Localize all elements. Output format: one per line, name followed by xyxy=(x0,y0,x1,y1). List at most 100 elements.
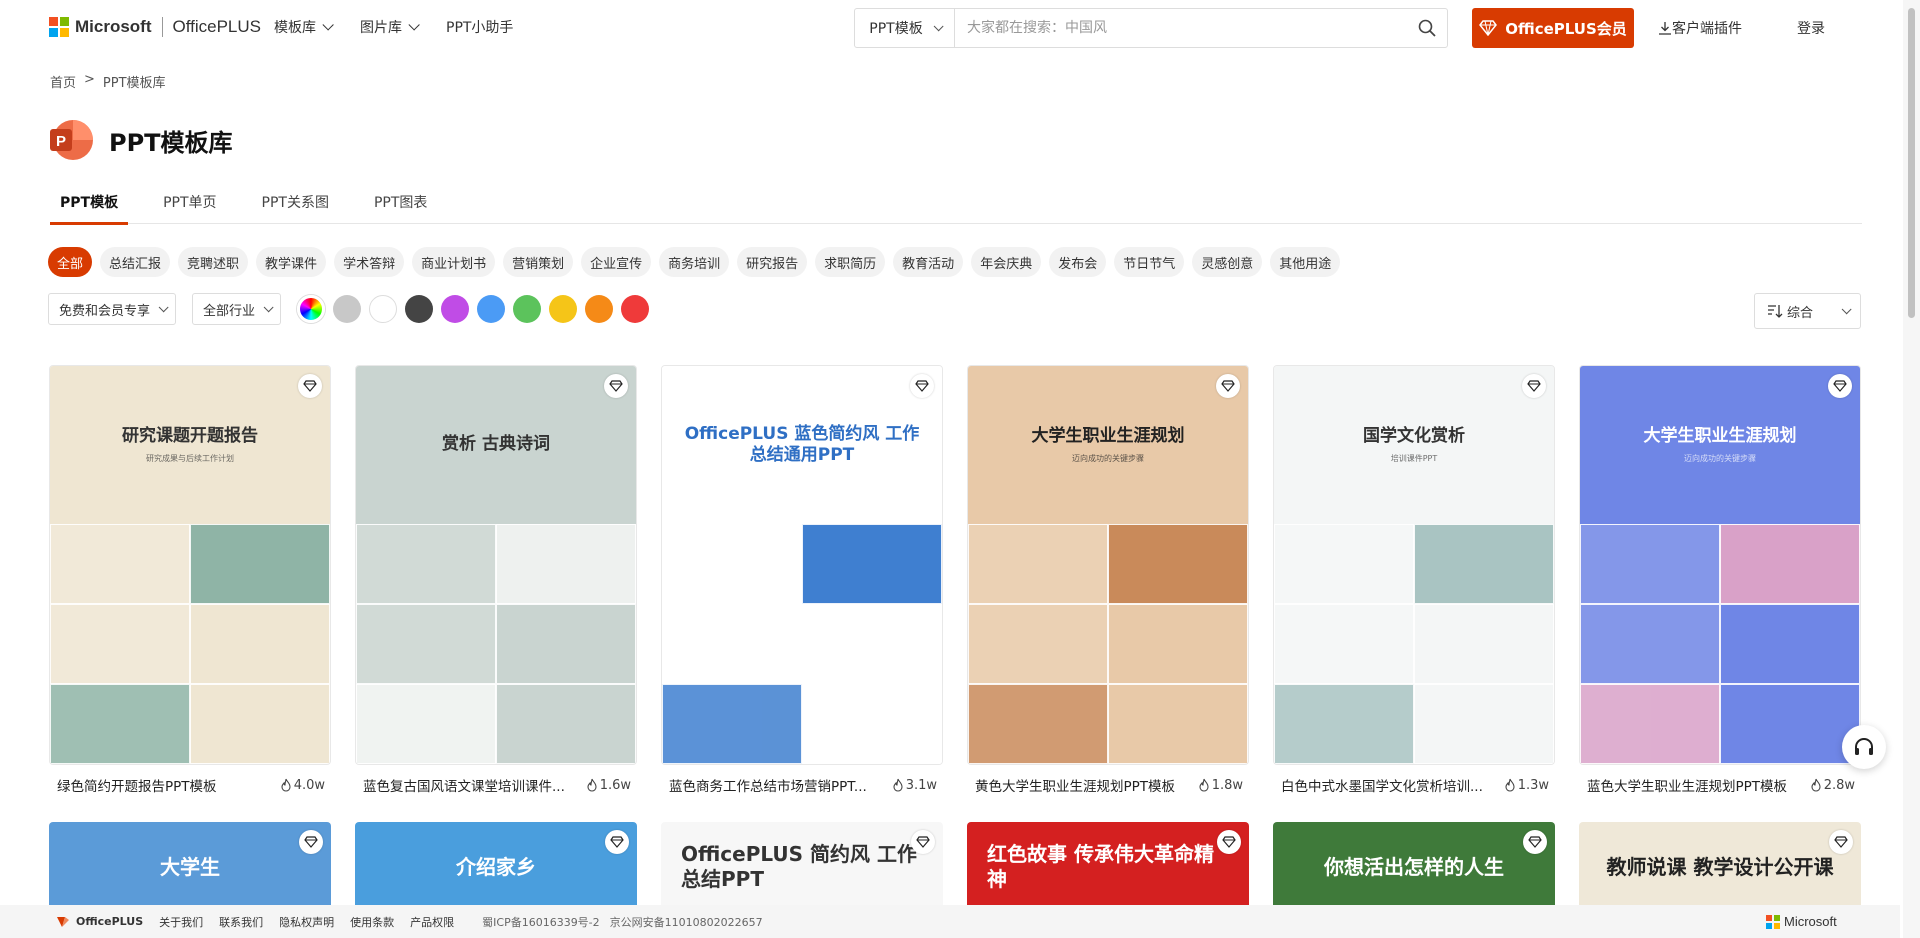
card-views-count: 1.8w xyxy=(1211,777,1243,793)
footer-link-about[interactable]: 关于我们 xyxy=(159,914,203,930)
site-logo[interactable]: Microsoft OfficePLUS xyxy=(49,17,261,37)
template-card[interactable]: 大学生职业生涯规划 迈向成功的关键步骤蓝色大学生职业生涯规划PPT模板 2.8w xyxy=(1579,365,1861,795)
thumbnail-page-preview xyxy=(190,604,330,684)
template-thumbnail[interactable]: 大学生职业生涯规划 迈向成功的关键步骤 xyxy=(1579,365,1861,765)
tab-ppt-diagram[interactable]: PPT关系图 xyxy=(252,192,339,224)
card-title[interactable]: 蓝色复古国风语文课堂培训课件... xyxy=(363,775,565,795)
customer-support-button[interactable] xyxy=(1842,725,1886,769)
breadcrumb-home[interactable]: 首页 xyxy=(50,72,76,91)
footer-link-privacy[interactable]: 隐私权声明 xyxy=(279,914,334,930)
card-meta: 蓝色大学生职业生涯规划PPT模板 2.8w xyxy=(1579,775,1861,796)
color-swatch[interactable] xyxy=(405,295,434,323)
category-chip[interactable]: 营销策划 xyxy=(503,247,574,277)
category-chip[interactable]: 总结汇报 xyxy=(100,247,171,277)
nav-ppt-assistant[interactable]: PPT小助手 xyxy=(446,17,513,37)
category-chip[interactable]: 灵感创意 xyxy=(1192,247,1263,277)
search-icon[interactable] xyxy=(1407,9,1447,47)
footer-link-terms[interactable]: 使用条款 xyxy=(350,914,394,930)
footer-link-contact[interactable]: 联系我们 xyxy=(219,914,263,930)
nav-label: 图片库 xyxy=(360,20,402,36)
login-link[interactable]: 登录 xyxy=(1797,18,1825,38)
category-chip[interactable]: 发布会 xyxy=(1049,247,1107,277)
license-filter-dropdown[interactable]: 免费和会员专享 xyxy=(48,293,177,325)
diamond-icon xyxy=(1479,20,1498,36)
nav-image-library[interactable]: 图片库 xyxy=(360,17,420,37)
scrollbar-thumb[interactable] xyxy=(1908,8,1915,318)
color-swatch[interactable] xyxy=(477,295,506,323)
category-chip[interactable]: 教育活动 xyxy=(893,247,964,277)
industry-filter-dropdown[interactable]: 全部行业 xyxy=(192,293,282,325)
card-meta: 白色中式水墨国学文化赏析培训... 1.3w xyxy=(1273,775,1555,796)
footer-icp[interactable]: 蜀ICP备16016339号-2 xyxy=(482,914,600,930)
card-views-count: 2.8w xyxy=(1823,777,1855,793)
card-title[interactable]: 黄色大学生职业生涯规划PPT模板 xyxy=(975,775,1175,795)
color-swatch[interactable] xyxy=(585,295,614,323)
card-title[interactable]: 蓝色商务工作总结市场营销PPT... xyxy=(669,775,867,795)
nav-template-library[interactable]: 模板库 xyxy=(274,17,334,37)
footer-brand[interactable]: OfficePLUS xyxy=(56,915,143,929)
color-swatch[interactable] xyxy=(513,295,542,323)
sort-dropdown[interactable]: 综合 xyxy=(1754,293,1861,329)
vip-membership-button[interactable]: OfficePLUS会员 xyxy=(1472,8,1634,48)
color-all-swatch[interactable] xyxy=(297,295,326,323)
flame-icon xyxy=(1199,778,1209,792)
color-swatch[interactable] xyxy=(441,295,470,323)
thumbnail-page-preview xyxy=(802,524,942,604)
tab-ppt-single-page[interactable]: PPT单页 xyxy=(153,192,226,224)
category-chip[interactable]: 求职简历 xyxy=(815,247,886,277)
category-chip[interactable]: 节日节气 xyxy=(1114,247,1185,277)
microsoft-logo-icon xyxy=(1766,914,1780,929)
color-swatch[interactable] xyxy=(369,295,398,323)
template-card[interactable]: 国学文化赏析 培训课件PPT 白色中式水墨国学文化赏析培训... 1.3w xyxy=(1273,365,1555,795)
search-type-select[interactable]: PPT模板 xyxy=(855,9,955,47)
tab-bar: PPT模板 PPT单页 PPT关系图 PPT图表 xyxy=(50,192,1862,225)
template-card[interactable]: 研究课题开题报告 研究成果与后续工作计划 绿色简约开题报告PPT模板 4.0w xyxy=(49,365,331,795)
category-chip[interactable]: 商务培训 xyxy=(659,247,730,277)
client-plugin-link[interactable]: 客户端插件 xyxy=(1658,18,1742,38)
card-title[interactable]: 蓝色大学生职业生涯规划PPT模板 xyxy=(1587,775,1787,795)
card-title[interactable]: 绿色简约开题报告PPT模板 xyxy=(57,775,217,795)
template-card[interactable]: 红色故事 传承伟大革命精神 xyxy=(967,822,1249,912)
card-meta: 黄色大学生职业生涯规划PPT模板 1.8w xyxy=(967,775,1249,796)
template-card[interactable]: 赏析 古典诗词 蓝色复古国风语文课堂培训课件... 1.6w xyxy=(355,365,637,795)
footer-link-permissions[interactable]: 产品权限 xyxy=(410,914,454,930)
template-card[interactable]: 教师说课 教学设计公开课 xyxy=(1579,822,1861,912)
tab-ppt-chart[interactable]: PPT图表 xyxy=(364,192,437,224)
category-chip[interactable]: 研究报告 xyxy=(737,247,808,277)
template-card[interactable]: 你想活出怎样的人生 xyxy=(1273,822,1555,912)
template-thumbnail[interactable]: 赏析 古典诗词 xyxy=(355,365,637,765)
template-thumbnail[interactable]: OfficePLUS 蓝色简约风 工作总结通用PPT xyxy=(661,365,943,765)
template-card[interactable]: 大学生职业生涯规划 迈向成功的关键步骤黄色大学生职业生涯规划PPT模板 1.8w xyxy=(967,365,1249,795)
category-chip[interactable]: 学术答辩 xyxy=(334,247,405,277)
template-thumbnail[interactable]: 大学生职业生涯规划 迈向成功的关键步骤 xyxy=(967,365,1249,765)
footer-police-record[interactable]: 京公网安备11010802022657 xyxy=(610,914,763,930)
premium-diamond-icon xyxy=(299,830,323,854)
category-chip[interactable]: 教学课件 xyxy=(256,247,327,277)
category-chip[interactable]: 企业宣传 xyxy=(581,247,652,277)
template-card[interactable]: OfficePLUS 简约风 工作总结PPT xyxy=(661,822,943,912)
template-card[interactable]: OfficePLUS 蓝色简约风 工作总结通用PPT 蓝色商务工作总结市场营销PP… xyxy=(661,365,943,795)
tab-ppt-template[interactable]: PPT模板 xyxy=(50,192,129,225)
category-chip[interactable]: 其他用途 xyxy=(1270,247,1341,277)
page-scrollbar[interactable] xyxy=(1903,0,1920,938)
template-card[interactable]: 大学生 xyxy=(49,822,331,912)
template-thumbnail[interactable]: 研究课题开题报告 研究成果与后续工作计划 xyxy=(49,365,331,765)
card-views: 2.8w xyxy=(1810,778,1855,793)
search-input[interactable] xyxy=(955,9,1407,47)
color-swatch[interactable] xyxy=(549,295,578,323)
card-title[interactable]: 白色中式水墨国学文化赏析培训... xyxy=(1281,775,1483,795)
color-swatch[interactable] xyxy=(621,295,650,323)
thumbnail-page-preview xyxy=(1274,684,1414,764)
thumbnail-page-preview xyxy=(50,604,190,684)
category-chip[interactable]: 商业计划书 xyxy=(412,247,496,277)
color-swatch[interactable] xyxy=(333,295,362,323)
template-card[interactable]: 介绍家乡 xyxy=(355,822,637,912)
search-type-label: PPT模板 xyxy=(869,21,923,37)
category-chip[interactable]: 全部 xyxy=(48,247,93,277)
category-chip[interactable]: 竞聘述职 xyxy=(178,247,249,277)
nav-label: PPT小助手 xyxy=(446,20,514,36)
thumbnail-cover: 大学生职业生涯规划 迈向成功的关键步骤 xyxy=(968,366,1248,524)
template-thumbnail[interactable]: 国学文化赏析 培训课件PPT xyxy=(1273,365,1555,765)
category-chip[interactable]: 年会庆典 xyxy=(971,247,1042,277)
thumbnail-page-preview xyxy=(802,604,942,684)
